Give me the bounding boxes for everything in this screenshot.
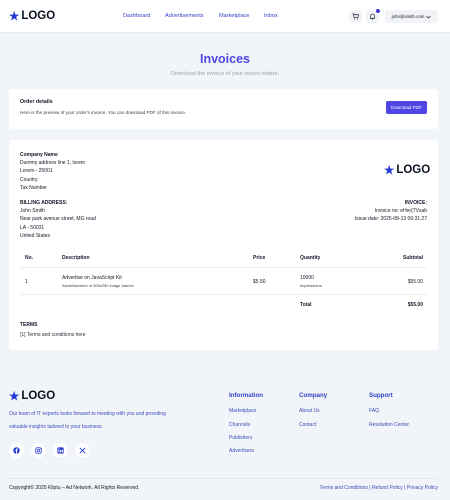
footer-link-faq[interactable]: FAQ (369, 408, 379, 414)
site-logo[interactable]: ★ LOGO (9, 9, 55, 23)
column-header-no: No. (25, 255, 34, 261)
footer-link-marketplace[interactable]: Marketplace (229, 408, 256, 414)
column-header-subtotal: Subtotal (403, 255, 423, 261)
table-total-row: Total $55.00 (20, 295, 427, 314)
item-subtotal: $55.00 (407, 279, 423, 285)
terms-text: [1] Terms and conditions here (20, 332, 86, 338)
top-navbar: ★ LOGO Dashboard Advertisements Marketpla… (0, 0, 450, 33)
footer-link-resolution-center[interactable]: Resolution Center (369, 422, 409, 428)
facebook-icon (13, 447, 20, 454)
instagram-link[interactable] (31, 443, 46, 458)
invoice-meta: INVOICE: Invoice no: eHer{7Vsab Issue da… (355, 199, 427, 224)
x-link[interactable] (75, 443, 90, 458)
invoice-items-table: No. Description Price Quantity Subtotal … (20, 248, 427, 314)
table-header-row: No. Description Price Quantity Subtotal (20, 248, 427, 268)
nav-dashboard[interactable]: Dashboard (123, 13, 150, 19)
page-subtitle: Download the invoice of your recent orde… (171, 71, 279, 77)
terms-title: TERMS (20, 322, 38, 328)
nav-marketplace[interactable]: Marketplace (219, 13, 249, 19)
footer-column-information-title: Information (229, 392, 264, 399)
billing-country: United States (20, 232, 51, 239)
footer-tagline: Our team of IT experts looks forward to … (9, 411, 166, 430)
company-tax-number: Tax Number (20, 184, 47, 191)
table-row: 1 Advertise on JavaScript Kit Advertisem… (20, 268, 427, 295)
item-description: Advertise on JavaScript Kit Advertisemen… (62, 275, 134, 288)
item-quantity-unit: Impressions (300, 283, 322, 288)
order-details-title: Order details (20, 99, 53, 105)
company-address: Company Name Dummy address line 1, lorem… (20, 151, 85, 192)
bell-icon (369, 13, 376, 20)
facebook-link[interactable] (9, 443, 24, 458)
column-header-description: Description (62, 255, 90, 261)
notification-dot (376, 9, 380, 13)
billing-street: Near park avenue street, MG road (20, 216, 96, 223)
item-no: 1 (25, 279, 28, 285)
invoice-card: Company Name Dummy address line 1, lorem… (9, 140, 438, 350)
nav-inbox[interactable]: Inbox (264, 13, 278, 19)
cart-icon (352, 13, 359, 20)
order-details-card: Order details Here is the preview of you… (9, 89, 438, 129)
terms-link[interactable]: Terms and Conditions (320, 485, 368, 491)
company-address-line: Dummy address line 1, lorem (20, 160, 86, 167)
item-title: Advertise on JavaScript Kit (62, 275, 122, 281)
footer-divider (9, 478, 438, 479)
footer-link-channels[interactable]: Channels (229, 422, 250, 428)
invoice-date: Issue date: 2025-08-13 06:31:27 (354, 216, 427, 223)
billing-heading: BILLING ADDRESS: (20, 200, 68, 206)
billing-city: LA - 50031 (20, 224, 45, 231)
footer-link-contact[interactable]: Contact (299, 422, 316, 428)
item-price: $5.50 (253, 279, 266, 285)
copyright-text: Copyright© 2025 Kliptu – Ad Network. All… (9, 485, 140, 491)
billing-name: John Smith (20, 208, 46, 215)
footer-link-about-us[interactable]: About Us (299, 408, 320, 414)
invoice-heading: INVOICE: (404, 200, 427, 206)
nav-advertisements[interactable]: Advertisements (165, 13, 204, 19)
item-subtitle: Advertisement of 300x250 image banner (62, 283, 135, 288)
footer-link-advertisers[interactable]: Advertisers (229, 448, 254, 454)
site-footer: ★ LOGO Our team of IT experts looks forwa… (0, 371, 450, 500)
column-header-price: Price (253, 255, 266, 261)
star-icon: ★ (9, 11, 20, 23)
user-menu[interactable]: john@smith.com (385, 10, 438, 23)
cart-button[interactable] (349, 10, 362, 23)
company-postal: Lorem - 25001 (20, 168, 53, 175)
star-icon: ★ (384, 165, 395, 177)
notifications-button[interactable] (366, 9, 380, 23)
chevron-down-icon (426, 15, 432, 18)
linkedin-icon (57, 447, 64, 454)
page-title: Invoices (199, 52, 251, 66)
x-icon (79, 447, 86, 454)
star-icon: ★ (9, 391, 20, 403)
total-value: $55.00 (407, 302, 423, 308)
footer-link-publishers[interactable]: Publishers (229, 435, 252, 441)
download-pdf-button[interactable]: Download PDF (386, 101, 427, 114)
billing-address: BILLING ADDRESS: John Smith Near park av… (20, 199, 96, 240)
refund-policy-link[interactable]: Refund Policy (372, 485, 403, 491)
item-quantity-value: 10000 (300, 275, 314, 281)
legal-links: Terms and Conditions | Refund Policy | P… (319, 485, 439, 491)
footer-column-company-title: Company (299, 392, 328, 399)
invoice-number: Invoice no: eHer{7Vsab (374, 208, 427, 215)
item-quantity: 10000 Impressions (300, 275, 322, 288)
footer-column-support-title: Support (369, 392, 393, 399)
company-country: Country (20, 176, 38, 183)
total-label: Total (300, 302, 312, 308)
column-header-quantity: Quantity (300, 255, 321, 261)
order-details-description: Here is the preview of your order's invo… (20, 110, 187, 115)
footer-logo[interactable]: ★ LOGO (9, 389, 55, 403)
privacy-policy-link[interactable]: Privacy Policy (407, 485, 438, 491)
linkedin-link[interactable] (53, 443, 68, 458)
instagram-icon (35, 447, 42, 454)
company-name: Company Name (20, 152, 58, 158)
invoice-logo: ★ LOGO (384, 164, 431, 177)
